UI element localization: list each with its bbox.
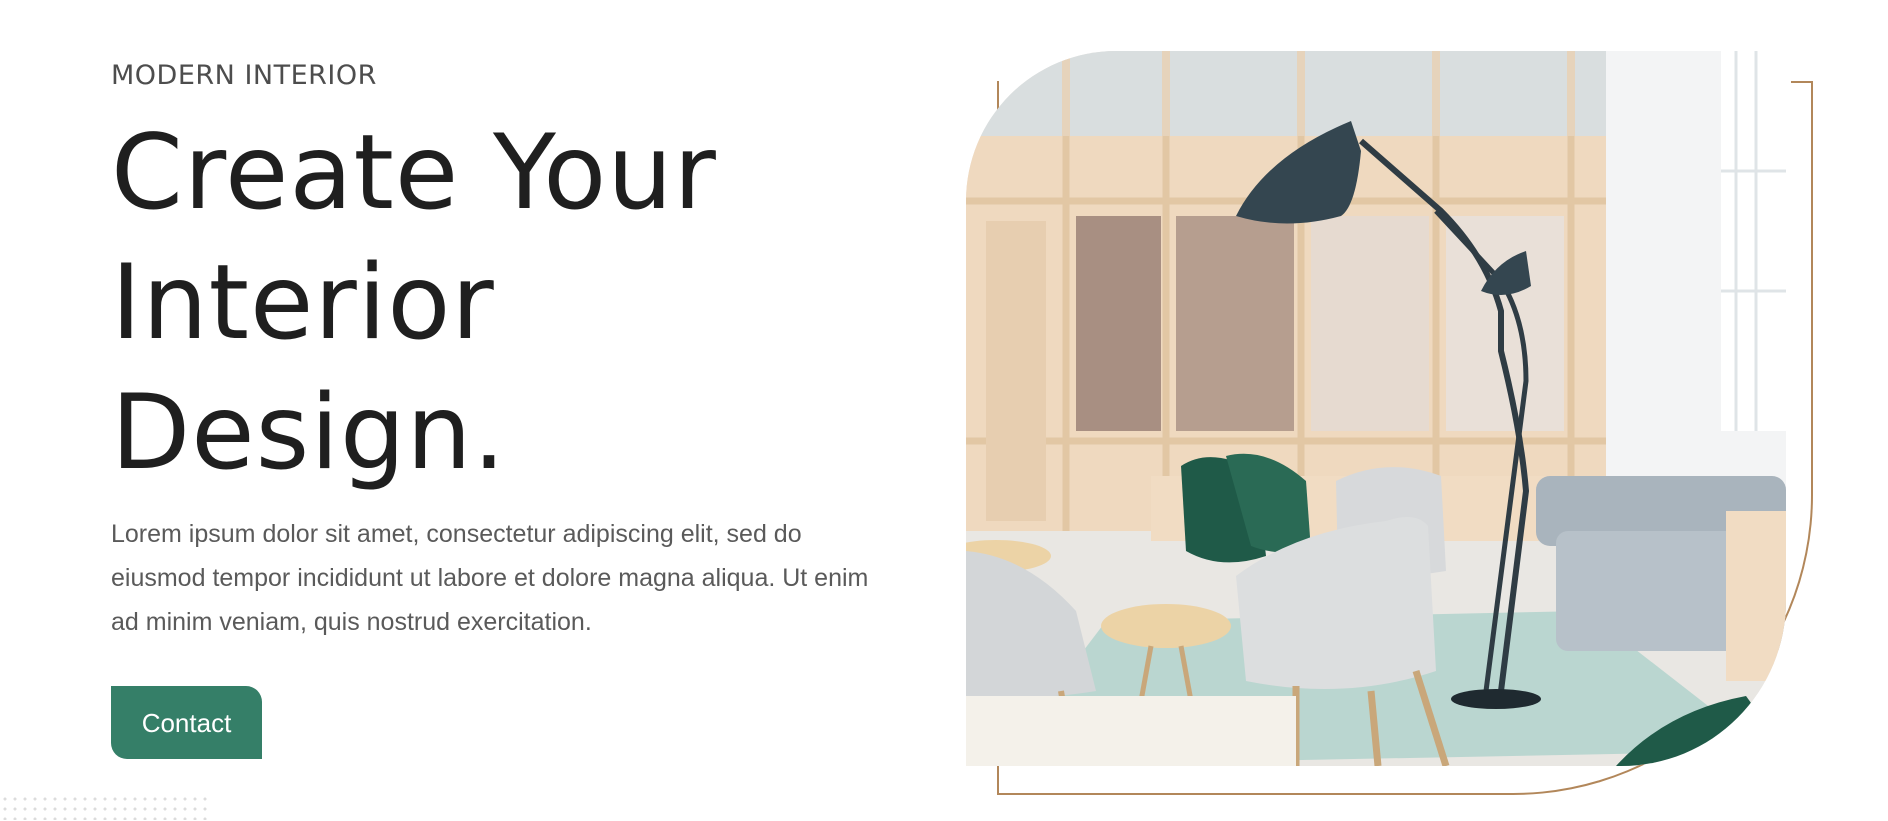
dot-pattern-decoration: [0, 794, 210, 820]
hero-headline: Create Your Interior Design.: [111, 108, 891, 498]
hero-text: MODERN INTERIOR Create Your Interior Des…: [111, 58, 891, 644]
headline-line-2: Interior: [111, 243, 495, 363]
hero-description: Lorem ipsum dolor sit amet, consectetur …: [111, 520, 869, 636]
eyebrow-label: MODERN INTERIOR: [111, 60, 377, 91]
headline-line-3: Design.: [111, 373, 507, 493]
hero-image: [966, 51, 1786, 766]
headline-line-1: Create Your: [111, 113, 717, 233]
contact-button[interactable]: Contact: [111, 686, 262, 759]
